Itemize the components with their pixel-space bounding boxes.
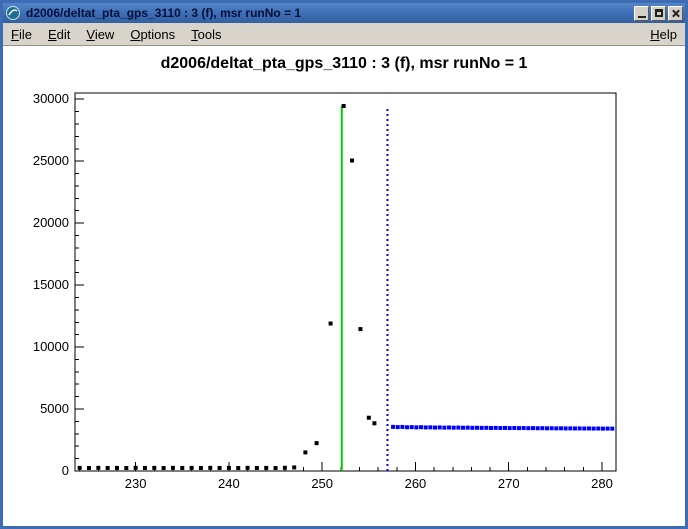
app-icon xyxy=(5,5,21,21)
y-axis: 0 5000 10000 15000 20000 25000 30000 xyxy=(33,91,84,478)
root-canvas-window: d2006/deltat_pta_gps_3110 : 3 (f), msr r… xyxy=(0,0,688,529)
menu-help[interactable]: Help xyxy=(650,27,677,42)
window-title: d2006/deltat_pta_gps_3110 : 3 (f), msr r… xyxy=(26,6,630,20)
y-tick-label: 25000 xyxy=(33,153,69,168)
plot: 230 240 250 260 270 280 0 5000 10000 15000 20000 25… xyxy=(3,46,685,526)
close-icon xyxy=(671,9,680,18)
y-tick-label: 15000 xyxy=(33,277,69,292)
maximize-button[interactable] xyxy=(651,6,666,21)
y-tick-label: 5000 xyxy=(40,401,69,416)
minimize-button[interactable] xyxy=(634,6,649,21)
root-logo-icon xyxy=(6,6,20,20)
x-tick-label: 260 xyxy=(405,476,427,491)
x-tick-label: 270 xyxy=(498,476,520,491)
menu-bar: File Edit View Options Tools Help xyxy=(3,23,685,46)
y-tick-label: 30000 xyxy=(33,91,69,106)
title-bar[interactable]: d2006/deltat_pta_gps_3110 : 3 (f), msr r… xyxy=(3,3,685,23)
menu-view[interactable]: View xyxy=(86,27,114,42)
y-tick-label: 0 xyxy=(62,463,69,478)
x-axis: 230 240 250 260 270 280 xyxy=(80,462,613,491)
plot-frame xyxy=(75,93,616,471)
maximize-icon xyxy=(655,9,663,17)
y-tick-label: 20000 xyxy=(33,215,69,230)
x-tick-label: 230 xyxy=(125,476,147,491)
theory-points xyxy=(391,425,614,431)
menu-file[interactable]: File xyxy=(11,27,32,42)
menu-tools[interactable]: Tools xyxy=(191,27,221,42)
menu-edit[interactable]: Edit xyxy=(48,27,70,42)
y-tick-label: 10000 xyxy=(33,339,69,354)
window-controls xyxy=(634,6,683,21)
canvas-area[interactable]: d2006/deltat_pta_gps_3110 : 3 (f), msr r… xyxy=(3,46,685,526)
x-tick-label: 280 xyxy=(591,476,613,491)
menu-options[interactable]: Options xyxy=(130,27,175,42)
x-tick-label: 240 xyxy=(218,476,240,491)
close-button[interactable] xyxy=(668,6,683,21)
x-tick-label: 250 xyxy=(311,476,333,491)
histogram-data-points xyxy=(78,104,377,470)
minimize-icon xyxy=(638,16,646,18)
